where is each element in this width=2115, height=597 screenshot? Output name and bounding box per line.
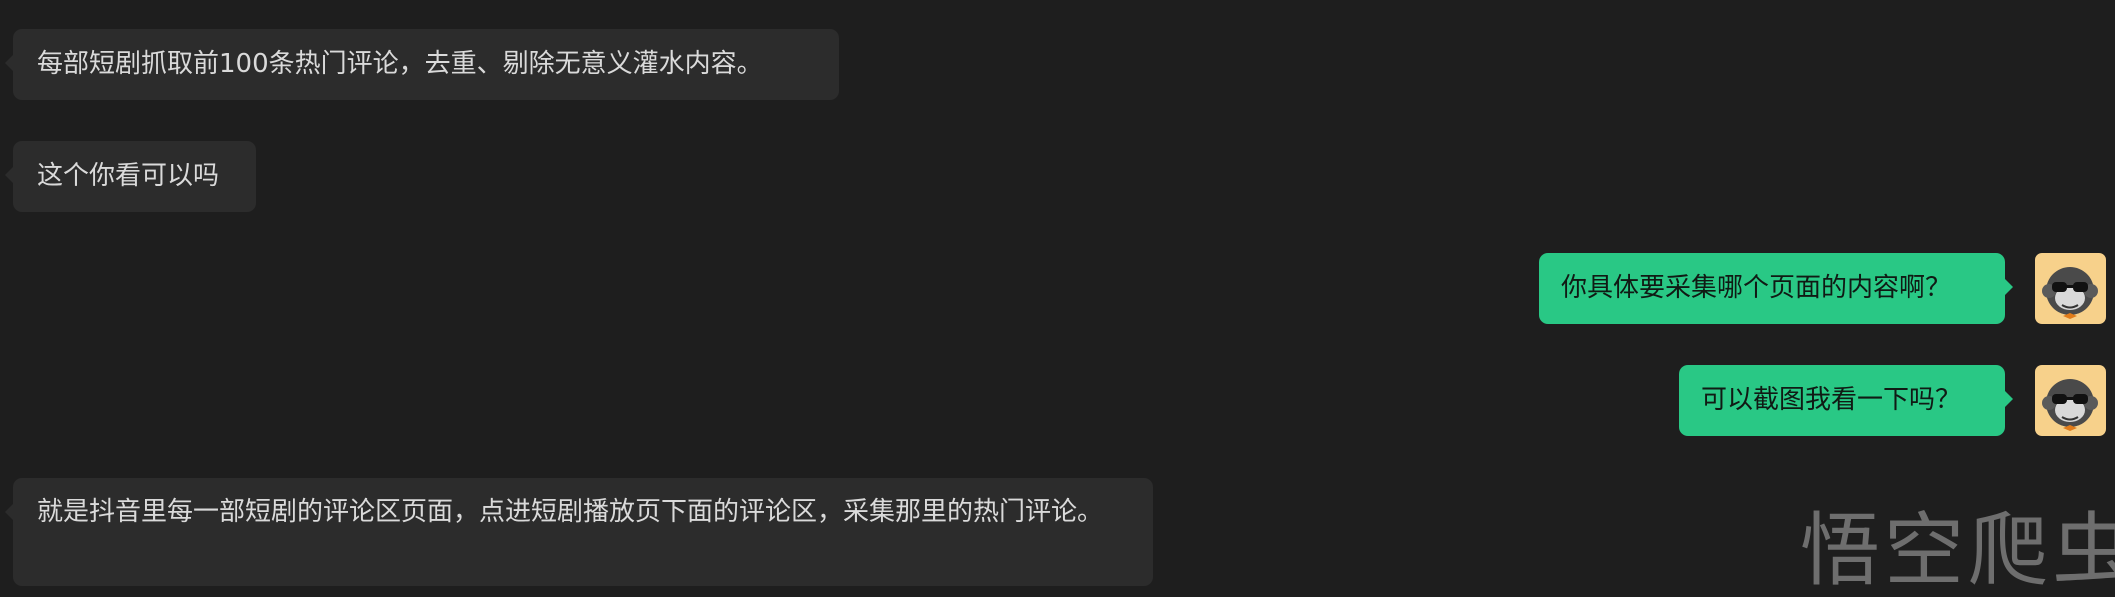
user-avatar[interactable] [2035, 253, 2106, 324]
monkey-avatar-icon [2042, 267, 2098, 319]
message-text: 每部短剧抓取前100条热门评论，去重、剔除无意义灌水内容。 [37, 49, 763, 79]
message-text: 这个你看可以吗 [37, 161, 220, 191]
monkey-avatar-icon [2042, 379, 2098, 431]
message-text: 你具体要采集哪个页面的内容啊？ [1561, 273, 1952, 303]
message-bubble-incoming[interactable]: 这个你看可以吗 [5, 141, 256, 212]
message-text: 就是抖音里每一部短剧的评论区页面，点进短剧播放页下面的评论区，采集那里的热门评论… [37, 497, 1104, 527]
message-bubble-outgoing[interactable]: 你具体要采集哪个页面的内容啊？ [1539, 253, 2013, 324]
user-avatar[interactable] [2035, 365, 2106, 436]
message-bubble-incoming[interactable]: 每部短剧抓取前100条热门评论，去重、剔除无意义灌水内容。 [5, 29, 839, 100]
watermark-text: 悟空爬虫 [1800, 504, 2115, 597]
message-bubble-incoming[interactable]: 就是抖音里每一部短剧的评论区页面，点进短剧播放页下面的评论区，采集那里的热门评论… [5, 478, 1153, 586]
message-bubble-outgoing[interactable]: 可以截图我看一下吗？ [1679, 365, 2013, 436]
message-text: 可以截图我看一下吗？ [1701, 385, 1962, 415]
